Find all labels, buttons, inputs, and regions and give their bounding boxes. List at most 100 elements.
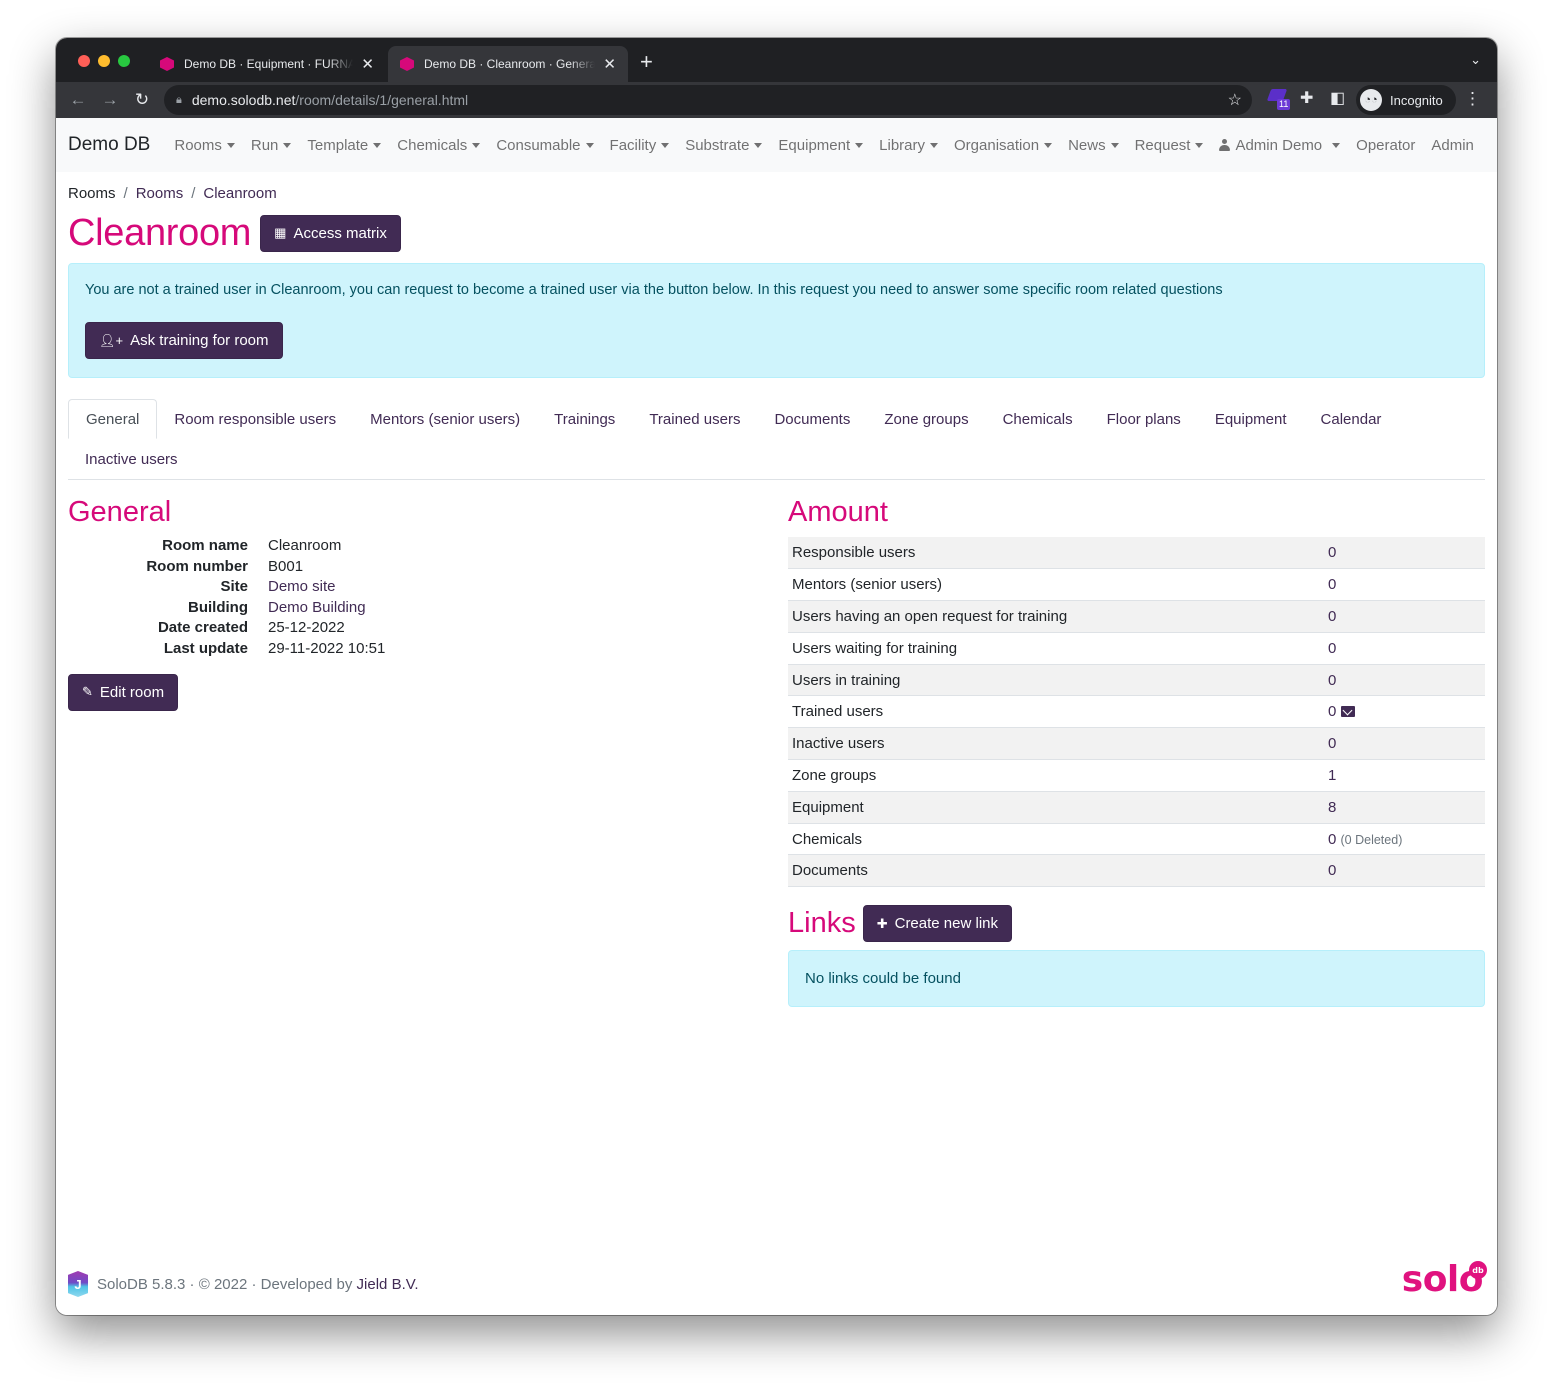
- nav-request[interactable]: Request: [1135, 137, 1204, 154]
- row-value: 0: [1324, 537, 1485, 570]
- nav-run[interactable]: Run: [251, 137, 292, 154]
- nav-news[interactable]: News: [1068, 137, 1119, 154]
- incognito-profile-button[interactable]: ◔◔ Incognito: [1356, 85, 1456, 115]
- browser-tab-equipment[interactable]: Demo DB · Equipment · FURNACE ✕: [148, 46, 386, 82]
- nav-organisation[interactable]: Organisation: [954, 137, 1053, 154]
- table-row: Users in training 0: [788, 664, 1485, 697]
- nav-label: Consumable: [496, 136, 581, 154]
- maximize-window-button[interactable]: [118, 55, 130, 67]
- tab-calendar[interactable]: Calendar: [1304, 399, 1399, 439]
- nav-admin[interactable]: Admin: [1431, 137, 1474, 154]
- url-path: /room/details/1/general.html: [295, 92, 469, 108]
- field-label: Room name: [162, 537, 248, 554]
- row-value-cell: 0: [1324, 695, 1485, 729]
- nav-label: News: [1068, 136, 1106, 154]
- tab-floor-plans[interactable]: Floor plans: [1090, 399, 1198, 439]
- last-update-value: 29-11-2022 10:51: [268, 639, 386, 657]
- grid-icon: ▦: [274, 225, 287, 240]
- new-tab-button[interactable]: +: [640, 50, 653, 74]
- tab-search-chevron-icon[interactable]: ⌄: [1470, 52, 1481, 68]
- room-name-value: Cleanroom: [268, 537, 342, 554]
- browser-window: Demo DB · Equipment · FURNACE ✕ Demo DB …: [56, 38, 1497, 1315]
- tab-documents[interactable]: Documents: [757, 399, 867, 439]
- edit-room-button[interactable]: ✎ Edit room: [68, 673, 179, 711]
- nav-chemicals[interactable]: Chemicals: [397, 137, 481, 154]
- row-label: Users in training: [788, 664, 1324, 697]
- forward-arrow-icon[interactable]: →: [94, 90, 126, 110]
- tab-chemicals[interactable]: Chemicals: [986, 399, 1090, 439]
- side-panel-icon[interactable]: ◧: [1330, 88, 1345, 108]
- reload-icon[interactable]: ↻: [126, 90, 158, 110]
- developer-link[interactable]: Jield B.V.: [357, 1276, 419, 1293]
- button-label: Create new link: [894, 915, 998, 933]
- caret-down-icon: [661, 142, 670, 148]
- amount-title: Amount: [788, 496, 888, 528]
- incognito-label: Incognito: [1390, 92, 1443, 108]
- browser-menu-icon[interactable]: ⋮: [1464, 89, 1481, 109]
- row-value: 0: [1324, 664, 1485, 697]
- row-label: Mentors (senior users): [788, 568, 1324, 602]
- nav-user-menu[interactable]: Admin Demo: [1219, 137, 1341, 154]
- row-value: 0: [1324, 854, 1485, 888]
- deleted-note: (0 Deleted): [1340, 832, 1403, 847]
- row-value-cell: 0 (0 Deleted): [1324, 823, 1485, 856]
- nav-equipment[interactable]: Equipment: [778, 136, 864, 154]
- minimize-window-button[interactable]: [98, 55, 110, 67]
- close-tab-icon[interactable]: ✕: [361, 55, 374, 73]
- row-value: 1: [1324, 759, 1485, 792]
- row-value: 0: [1324, 600, 1485, 633]
- desktop: Demo DB · Equipment · FURNACE ✕ Demo DB …: [0, 0, 1553, 1390]
- nav-rooms[interactable]: Rooms: [174, 137, 235, 154]
- lock-icon: 🔒︎: [176, 93, 182, 106]
- breadcrumb-item: Rooms: [68, 184, 116, 202]
- nav-library[interactable]: Library: [879, 137, 938, 154]
- field-label: Date created: [157, 619, 248, 636]
- caret-down-icon: [754, 142, 763, 148]
- breadcrumb-link[interactable]: Cleanroom: [203, 185, 276, 202]
- close-tab-icon[interactable]: ✕: [603, 55, 616, 73]
- address-bar[interactable]: 🔒︎ demo.solodb.net/room/details/1/genera…: [164, 85, 1252, 115]
- site-link[interactable]: Demo site: [268, 578, 788, 595]
- nav-facility[interactable]: Facility: [610, 137, 670, 154]
- main-navbar: Demo DB Rooms Run Template Chemicals Con…: [56, 118, 1497, 172]
- access-matrix-button[interactable]: ▦ Access matrix: [260, 214, 401, 252]
- solodb-favicon-icon: [400, 57, 414, 71]
- tab-title: Demo DB · Cleanroom · General: [424, 57, 596, 71]
- tab-equipment[interactable]: Equipment: [1198, 399, 1304, 439]
- tab-trainings[interactable]: Trainings: [537, 399, 632, 439]
- general-section: General Room name Cleanroom Room number …: [68, 496, 788, 1007]
- general-title: General: [68, 496, 172, 528]
- brand-link[interactable]: Demo DB: [68, 134, 150, 156]
- close-window-button[interactable]: [78, 55, 90, 67]
- back-arrow-icon[interactable]: ←: [62, 90, 94, 110]
- ask-training-button[interactable]: 👤︎+ Ask training for room: [85, 322, 283, 359]
- caret-down-icon: [283, 142, 292, 148]
- nav-operator[interactable]: Operator: [1356, 137, 1415, 154]
- tab-zone-groups[interactable]: Zone groups: [867, 399, 985, 439]
- nav-substrate[interactable]: Substrate: [685, 137, 763, 154]
- tab-mentors[interactable]: Mentors (senior users): [353, 399, 537, 439]
- row-value: 0: [1324, 632, 1485, 665]
- row-label: Responsible users: [788, 537, 1324, 570]
- tab-trained-users[interactable]: Trained users: [632, 399, 757, 439]
- create-link-button[interactable]: ✚ Create new link: [862, 905, 1012, 943]
- nav-label: Equipment: [778, 136, 851, 154]
- tab-inactive-users[interactable]: Inactive users: [68, 439, 195, 479]
- building-link[interactable]: Demo Building: [268, 599, 788, 616]
- envelope-icon[interactable]: [1341, 706, 1356, 718]
- bookmark-star-icon[interactable]: ☆: [1228, 90, 1242, 110]
- user-plus-icon: 👤︎+: [99, 332, 124, 348]
- jield-logo-icon: J: [68, 1271, 88, 1297]
- tab-room-responsible-users[interactable]: Room responsible users: [157, 399, 353, 439]
- row-label: Chemicals: [788, 823, 1324, 856]
- extension-stack-icon[interactable]: 11: [1266, 88, 1291, 110]
- breadcrumb-link[interactable]: Rooms: [136, 185, 184, 202]
- nav-consumable[interactable]: Consumable: [496, 136, 594, 154]
- nav-template[interactable]: Template: [307, 137, 382, 154]
- user-icon: [1219, 139, 1231, 151]
- browser-tab-cleanroom[interactable]: Demo DB · Cleanroom · General ✕: [388, 46, 628, 82]
- incognito-icon: ◔◔: [1360, 89, 1382, 111]
- extensions-puzzle-icon[interactable]: ✚: [1300, 88, 1313, 108]
- tab-general[interactable]: General: [68, 399, 158, 439]
- nav-label: Library: [879, 136, 925, 154]
